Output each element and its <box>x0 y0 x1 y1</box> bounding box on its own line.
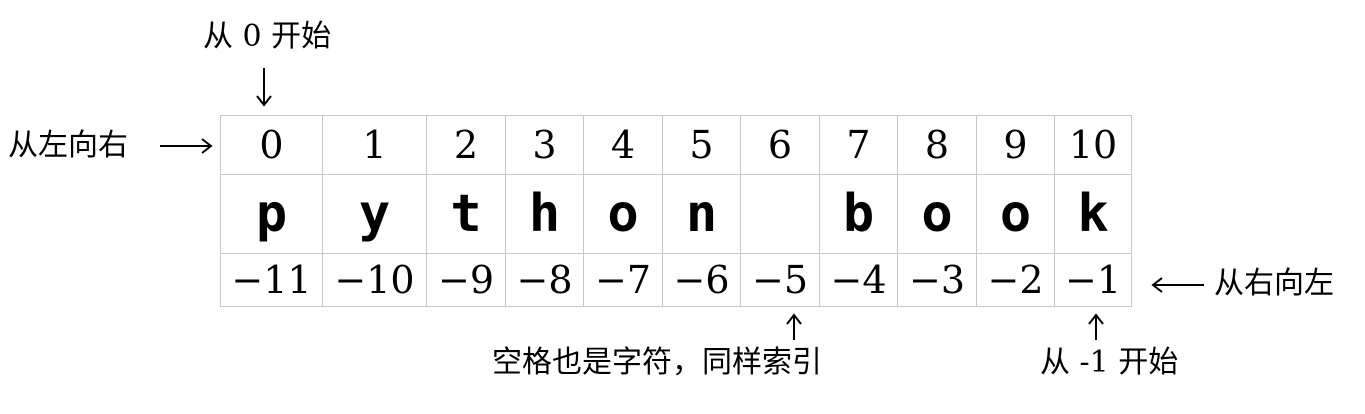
positive-index-cell: 3 <box>505 115 584 175</box>
character-cell: t <box>426 174 506 254</box>
positive-index-cell: 4 <box>583 115 663 175</box>
character-cell: p <box>220 174 323 254</box>
arrow-up-icon <box>786 313 802 340</box>
negative-index-cell: −9 <box>426 253 506 307</box>
positive-index-cell: 7 <box>819 115 898 175</box>
positive-index-cell: 1 <box>322 115 427 175</box>
negative-index-cell: −4 <box>819 253 898 307</box>
start-zero-label: 从 0 开始 <box>203 19 332 54</box>
space-note-label: 空格也是字符，同样索引 <box>492 345 822 380</box>
positive-index-cell: 2 <box>426 115 506 175</box>
positive-index-cell: 8 <box>897 115 977 175</box>
left-to-right-label: 从左向右 <box>8 128 128 163</box>
character-cell: k <box>1054 174 1132 254</box>
negative-index-cell: −7 <box>583 253 663 307</box>
character-row: p y t h o n b o o k <box>220 174 1132 254</box>
positive-index-cell: 0 <box>220 115 323 175</box>
negative-index-cell: −3 <box>897 253 977 307</box>
space-character-cell <box>740 174 820 254</box>
negative-index-cell: −11 <box>220 253 323 307</box>
right-to-left-label: 从右向左 <box>1214 266 1334 301</box>
arrow-right-icon <box>160 138 213 154</box>
positive-index-cell: 9 <box>976 115 1055 175</box>
negative-index-cell: −1 <box>1054 253 1132 307</box>
arrow-left-icon <box>1151 277 1204 293</box>
negative-index-cell: −5 <box>740 253 820 307</box>
negative-index-cell: −8 <box>505 253 584 307</box>
negative-index-cell: −6 <box>662 253 741 307</box>
character-cell: h <box>505 174 584 254</box>
positive-index-cell: 10 <box>1054 115 1132 175</box>
character-cell: o <box>976 174 1055 254</box>
arrow-down-icon <box>256 68 272 107</box>
character-cell: o <box>583 174 663 254</box>
string-index-table: 0 1 2 3 4 5 6 7 8 9 10 p y t h o n b o o… <box>220 115 1132 307</box>
start-negative-one-label: 从 -1 开始 <box>1040 345 1179 380</box>
negative-index-cell: −2 <box>976 253 1055 307</box>
negative-index-cell: −10 <box>322 253 427 307</box>
positive-index-cell: 5 <box>662 115 741 175</box>
positive-index-row: 0 1 2 3 4 5 6 7 8 9 10 <box>220 115 1132 175</box>
character-cell: o <box>897 174 977 254</box>
positive-index-cell: 6 <box>740 115 820 175</box>
negative-index-row: −11 −10 −9 −8 −7 −6 −5 −4 −3 −2 −1 <box>220 253 1132 307</box>
arrow-up-icon <box>1088 313 1104 340</box>
character-cell: b <box>819 174 898 254</box>
character-cell: n <box>662 174 741 254</box>
character-cell: y <box>322 174 427 254</box>
